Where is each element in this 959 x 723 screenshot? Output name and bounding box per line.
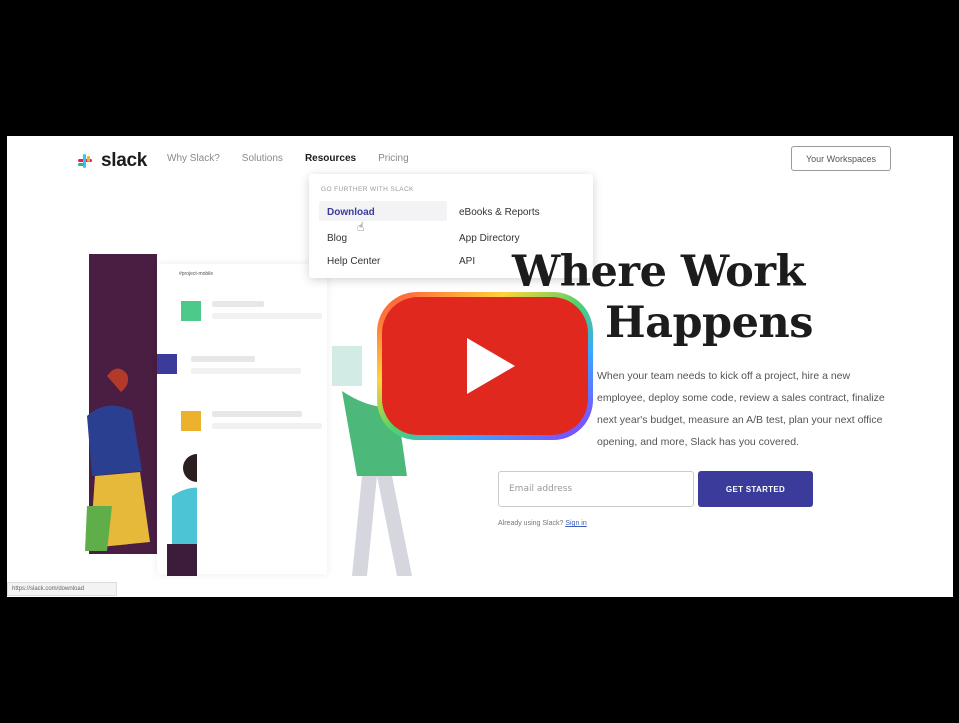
letterbox-left (0, 0, 7, 723)
dropdown-item-help-center[interactable]: Help Center (327, 256, 380, 267)
browser-status-url: https://slack.com/download (7, 582, 117, 596)
cursor-icon: ☝ (357, 220, 365, 234)
illustration-line (191, 368, 301, 374)
your-workspaces-button[interactable]: Your Workspaces (791, 146, 891, 171)
signin-link[interactable]: Sign in (565, 520, 586, 527)
illustration-green-square (181, 301, 201, 321)
illustration-line (212, 301, 264, 307)
dropdown-item-ebooks[interactable]: eBooks & Reports (459, 207, 540, 218)
letterbox-right (953, 0, 959, 723)
dropdown-item-download[interactable]: Download (327, 207, 375, 218)
slack-logo-icon (75, 151, 95, 171)
letterbox-top (0, 0, 959, 136)
illustration-line (212, 423, 322, 429)
hero-body-line: employee, deploy some code, review a sal… (597, 392, 885, 404)
dropdown-heading: GO FURTHER WITH SLACK (321, 186, 414, 193)
logo-text: slack (101, 150, 148, 171)
nav-solutions[interactable]: Solutions (242, 153, 283, 164)
hero-description: When your team needs to kick off a proje… (597, 365, 897, 453)
video-frame[interactable]: slack Why Slack? Solutions Resources Pri… (0, 0, 959, 723)
nav-why-slack[interactable]: Why Slack? (167, 153, 220, 164)
youtube-play-icon[interactable] (375, 290, 595, 442)
dropdown-item-app-directory[interactable]: App Directory (459, 233, 520, 244)
dropdown-item-api[interactable]: API (459, 256, 475, 267)
hero-body-line: When your team needs to kick off a proje… (597, 370, 851, 382)
signin-prompt: Already using Slack? Sign in (498, 520, 587, 527)
hero-body-line: next year's budget, measure an A/B test,… (597, 414, 883, 426)
dropdown-item-blog[interactable]: Blog (327, 233, 347, 244)
letterbox-bottom (0, 597, 959, 723)
get-started-button[interactable]: GET STARTED (698, 471, 813, 507)
illustration-line (191, 356, 255, 362)
illustration-line (212, 313, 322, 319)
illustration-channel-title: #project-mobile (179, 271, 214, 277)
hero-body-line: opening, and more, Slack has you covered… (597, 436, 799, 448)
nav-resources[interactable]: Resources (305, 153, 356, 164)
hero-title-line2: Happens (605, 298, 813, 348)
signin-prefix: Already using Slack? (498, 520, 564, 527)
slack-logo[interactable]: slack (75, 150, 147, 172)
main-nav: Why Slack? Solutions Resources Pricing (167, 153, 409, 164)
illustration-people (85, 368, 197, 576)
illustration-line (212, 411, 302, 417)
email-input[interactable]: Email address (498, 471, 694, 507)
nav-pricing[interactable]: Pricing (378, 153, 409, 164)
